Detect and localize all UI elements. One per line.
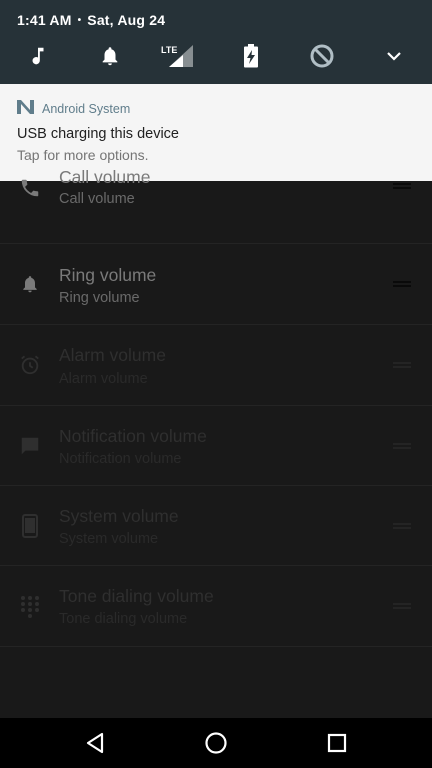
android-system-icon	[17, 99, 34, 119]
quick-settings-row: LTE	[0, 36, 432, 76]
system-volume-subtitle: System volume	[59, 531, 159, 547]
drag-handle-icon[interactable]	[393, 523, 411, 529]
battery-charging-icon[interactable]	[231, 36, 271, 76]
clock: 1:41 AM	[17, 12, 72, 28]
drag-handle-icon[interactable]	[393, 603, 411, 609]
call-volume-title: Call volume	[59, 167, 151, 187]
drag-handle-icon[interactable]	[393, 281, 411, 287]
drag-handle-icon[interactable]	[393, 443, 411, 449]
system-volume-title: System volume	[59, 506, 179, 526]
notification-shade-header: 1:41 AM • Sat, Aug 24 LTE	[0, 0, 432, 84]
volume-settings-list: Call volume Call volume Ring volume Ring…	[0, 167, 432, 718]
lte-label: LTE	[161, 45, 177, 55]
drag-handle-icon[interactable]	[393, 183, 411, 189]
list-item-notification-volume[interactable]: Notification volume Notification volume	[0, 405, 432, 486]
back-icon[interactable]	[65, 718, 125, 768]
recents-icon[interactable]	[307, 718, 367, 768]
status-bar: 1:41 AM • Sat, Aug 24	[17, 10, 165, 30]
alarm-volume-subtitle: Alarm volume	[59, 371, 148, 387]
list-item-call-volume[interactable]: Call volume Call volume	[0, 163, 432, 244]
music-note-icon[interactable]	[18, 36, 58, 76]
notification-app-name: Android System	[42, 102, 131, 116]
bell-icon	[17, 271, 43, 297]
bell-icon[interactable]	[90, 36, 130, 76]
list-item-tone-dialing-volume[interactable]: Tone dialing volume Tone dialing volume	[0, 566, 432, 647]
drag-handle-icon[interactable]	[393, 362, 411, 368]
list-item-ring-volume[interactable]: Ring volume Ring volume	[0, 244, 432, 325]
list-item-system-volume[interactable]: System volume System volume	[0, 485, 432, 566]
notification-volume-title: Notification volume	[59, 426, 207, 446]
tone-dialing-volume-subtitle: Tone dialing volume	[59, 611, 188, 627]
chat-icon	[17, 433, 43, 459]
phone-device-icon	[17, 513, 43, 539]
ring-volume-title: Ring volume	[59, 265, 157, 285]
call-volume-subtitle: Call volume	[59, 191, 135, 207]
alarm-icon	[17, 352, 43, 378]
notification-text: Tap for more options.	[17, 147, 149, 163]
notification-volume-subtitle: Notification volume	[59, 451, 182, 467]
notification-app-row: Android System	[17, 99, 131, 119]
separator-dot: •	[77, 14, 82, 26]
notification-title: USB charging this device	[17, 126, 179, 142]
list-item-alarm-volume[interactable]: Alarm volume Alarm volume	[0, 325, 432, 406]
date: Sat, Aug 24	[87, 12, 166, 28]
dialpad-icon	[17, 594, 43, 620]
tone-dialing-volume-title: Tone dialing volume	[59, 586, 214, 606]
phone-icon	[17, 175, 43, 201]
lte-signal-icon[interactable]: LTE	[158, 36, 198, 76]
chevron-down-icon[interactable]	[374, 36, 414, 76]
alarm-volume-title: Alarm volume	[59, 345, 166, 365]
navigation-bar	[0, 718, 432, 768]
home-icon[interactable]	[186, 718, 246, 768]
ring-volume-subtitle: Ring volume	[59, 290, 140, 306]
sync-disabled-icon[interactable]	[302, 36, 342, 76]
